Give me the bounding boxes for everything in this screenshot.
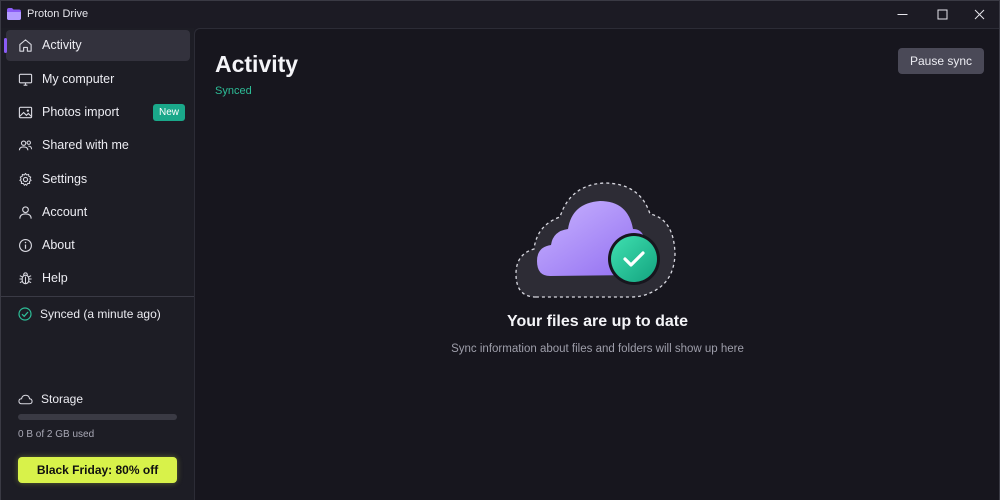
sidebar-item-activity[interactable]: Activity bbox=[4, 30, 190, 61]
home-icon bbox=[19, 39, 32, 52]
gear-icon bbox=[19, 172, 32, 186]
title-bar: Proton Drive bbox=[1, 1, 999, 28]
maximize-button[interactable] bbox=[922, 1, 962, 28]
sidebar-item-label: Settings bbox=[42, 172, 88, 186]
black-friday-button[interactable]: Black Friday: 80% off bbox=[18, 457, 177, 483]
close-icon bbox=[974, 9, 984, 20]
sidebar-item-about[interactable]: About bbox=[6, 230, 190, 261]
image-icon bbox=[18, 106, 33, 119]
new-badge: New bbox=[152, 104, 185, 121]
user-icon bbox=[19, 206, 32, 219]
sidebar-item-account[interactable]: Account bbox=[6, 197, 190, 228]
maximize-icon bbox=[937, 9, 947, 20]
cloud-icon bbox=[18, 394, 33, 404]
app-window: Proton Drive Activity My computer Photos… bbox=[0, 0, 1000, 500]
sidebar-item-label: Account bbox=[42, 205, 88, 219]
sync-status: Synced (a minute ago) bbox=[18, 306, 161, 322]
minimize-icon bbox=[897, 14, 907, 15]
sidebar-divider bbox=[1, 296, 194, 297]
sidebar-item-label: My computer bbox=[42, 72, 115, 86]
bug-icon bbox=[19, 272, 32, 285]
sidebar-item-shared-with-me[interactable]: Shared with me bbox=[6, 130, 190, 161]
empty-state-title: Your files are up to date bbox=[506, 313, 689, 330]
sidebar-item-label: Help bbox=[42, 271, 68, 285]
storage-progress-bar bbox=[18, 414, 177, 420]
sync-status-text: Synced (a minute ago) bbox=[40, 307, 161, 321]
sidebar-item-label: Photos import bbox=[42, 105, 120, 119]
sidebar-item-help[interactable]: Help bbox=[6, 263, 190, 294]
main-panel: Activity Synced Pause sync Your files ar… bbox=[194, 28, 999, 500]
proton-drive-logo-icon bbox=[7, 8, 21, 20]
pause-sync-button[interactable]: Pause sync bbox=[898, 48, 984, 74]
check-circle-icon bbox=[18, 307, 32, 321]
sidebar-item-photos-import[interactable]: Photos import New bbox=[6, 97, 190, 128]
info-icon bbox=[19, 239, 32, 252]
cloud-synced-illustration bbox=[515, 182, 676, 298]
sidebar-item-label: Shared with me bbox=[42, 138, 129, 152]
storage-label: Storage bbox=[41, 392, 84, 406]
window-title: Proton Drive bbox=[27, 8, 89, 20]
storage-header: Storage bbox=[18, 392, 83, 406]
sidebar-item-settings[interactable]: Settings bbox=[6, 164, 190, 195]
storage-used-text: 0 B of 2 GB used bbox=[18, 429, 95, 440]
page-status: Synced bbox=[215, 85, 252, 97]
sidebar: Activity My computer Photos import New S… bbox=[1, 28, 194, 500]
sidebar-item-label: About bbox=[42, 238, 75, 252]
sidebar-item-label: Activity bbox=[42, 38, 82, 52]
empty-state-subtitle: Sync information about files and folders… bbox=[451, 343, 744, 355]
page-title: Activity bbox=[215, 51, 299, 77]
minimize-button[interactable] bbox=[882, 1, 922, 28]
close-button[interactable] bbox=[959, 1, 999, 28]
sidebar-item-my-computer[interactable]: My computer bbox=[6, 64, 190, 95]
users-icon bbox=[18, 140, 33, 151]
monitor-icon bbox=[18, 73, 33, 86]
